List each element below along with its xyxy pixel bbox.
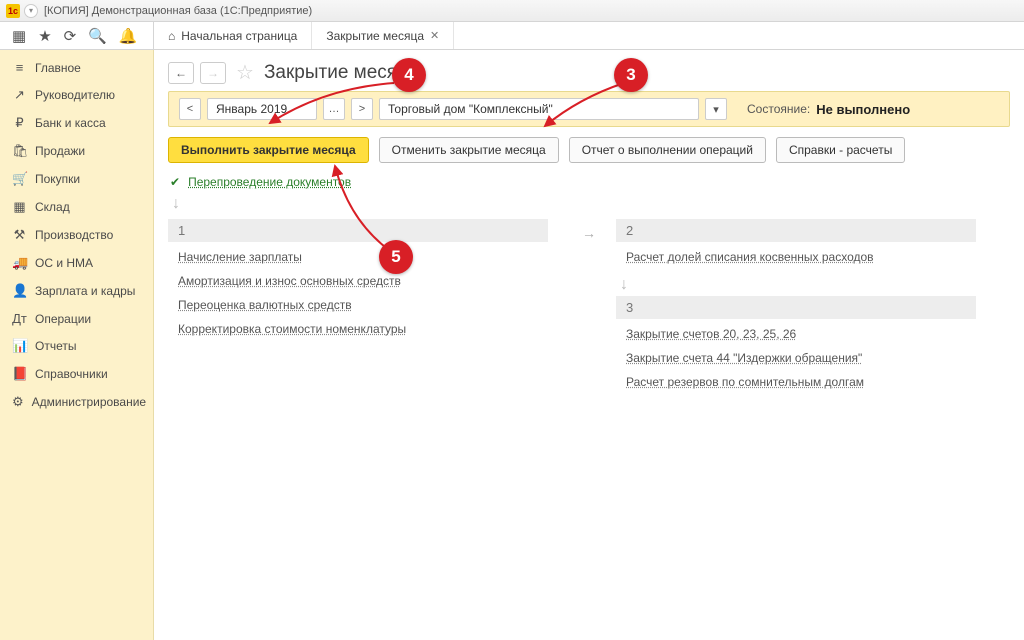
step-2-item[interactable]: Расчет долей списания косвенных расходов bbox=[626, 250, 1000, 264]
reproved-link[interactable]: Перепроведение документов bbox=[188, 175, 351, 189]
callout-5: 5 bbox=[379, 240, 413, 274]
sidebar-item-bank[interactable]: ₽ Банк и касса bbox=[0, 109, 153, 137]
app-logo-icon: 1c bbox=[6, 4, 20, 18]
sidebar-item-label: Справочники bbox=[35, 367, 108, 381]
callout-4: 4 bbox=[392, 58, 426, 92]
sidebar-item-label: ОС и НМА bbox=[35, 256, 93, 270]
action-buttons: Выполнить закрытие месяца Отменить закры… bbox=[168, 137, 1010, 163]
truck-icon: 🚚 bbox=[12, 255, 27, 271]
sidebar-item-sales[interactable]: 🛍 Продажи bbox=[0, 137, 153, 165]
tab-closing-month[interactable]: Закрытие месяца ✕ bbox=[312, 22, 454, 49]
step-2-header: 2 bbox=[616, 219, 976, 242]
report-button[interactable]: Отчет о выполнении операций bbox=[569, 137, 766, 163]
top-toolbar: ▦ ★ ⟳ 🔍 🔔 ⌂ Начальная страница Закрытие … bbox=[0, 22, 1024, 50]
window-titlebar: 1c ▾ [КОПИЯ] Демонстрационная база (1С:П… bbox=[0, 0, 1024, 22]
step-1-item[interactable]: Переоценка валютных средств bbox=[178, 298, 552, 312]
sidebar-item-label: Производство bbox=[35, 228, 113, 242]
sidebar-item-reports[interactable]: 📊 Отчеты bbox=[0, 332, 153, 360]
step-3-item[interactable]: Закрытие счетов 20, 23, 25, 26 bbox=[626, 327, 1000, 341]
window-title: [КОПИЯ] Демонстрационная база (1С:Предпр… bbox=[44, 5, 312, 17]
apps-icon[interactable]: ▦ bbox=[12, 27, 26, 45]
down-arrow-icon: ↓ bbox=[168, 193, 1010, 215]
refs-button[interactable]: Справки - расчеты bbox=[776, 137, 905, 163]
ruble-icon: ₽ bbox=[12, 115, 27, 131]
gear-icon: ⚙ bbox=[12, 394, 24, 410]
person-icon: 👤 bbox=[12, 283, 27, 299]
sidebar-item-label: Покупки bbox=[35, 172, 80, 186]
step-1-item[interactable]: Амортизация и износ основных средств bbox=[178, 274, 552, 288]
sidebar-item-warehouse[interactable]: ▦ Склад bbox=[0, 193, 153, 221]
favorite-icon[interactable]: ★ bbox=[38, 27, 51, 45]
step-1-item[interactable]: Корректировка стоимости номенклатуры bbox=[178, 322, 552, 336]
tab-home-label: Начальная страница bbox=[181, 29, 297, 43]
step-3-item[interactable]: Закрытие счета 44 "Издержки обращения" bbox=[626, 351, 1000, 365]
sidebar-item-label: Операции bbox=[35, 312, 91, 326]
sidebar-item-label: Главное bbox=[35, 61, 81, 75]
tab-bar: ⌂ Начальная страница Закрытие месяца ✕ bbox=[154, 22, 454, 49]
cart-icon: 🛒 bbox=[12, 171, 27, 187]
star-icon[interactable]: ☆ bbox=[236, 60, 254, 85]
sidebar-item-refs[interactable]: 📕 Справочники bbox=[0, 360, 153, 388]
tab-closing-month-label: Закрытие месяца bbox=[326, 29, 424, 43]
book-icon: 📕 bbox=[12, 366, 27, 382]
sidebar-item-hr[interactable]: 👤 Зарплата и кадры bbox=[0, 277, 153, 305]
search-icon[interactable]: 🔍 bbox=[88, 27, 107, 45]
step-arrow-icon: → bbox=[582, 219, 596, 241]
step-column-2: 2 Расчет долей списания косвенных расход… bbox=[616, 219, 1010, 399]
org-dropdown-button[interactable]: ▾ bbox=[705, 98, 727, 120]
tab-home[interactable]: ⌂ Начальная страница bbox=[154, 22, 312, 49]
steps-area: 1 Начисление зарплаты Амортизация и изно… bbox=[168, 219, 1010, 399]
callout-3: 3 bbox=[614, 58, 648, 92]
state-label: Состояние: bbox=[747, 102, 810, 116]
sidebar-item-label: Администрирование bbox=[32, 395, 146, 409]
report-icon: 📊 bbox=[12, 338, 27, 354]
sidebar-item-manager[interactable]: ↗ Руководителю bbox=[0, 81, 153, 109]
check-icon: ✔ bbox=[170, 175, 180, 189]
sidebar-item-production[interactable]: ⚒ Производство bbox=[0, 221, 153, 249]
bag-icon: 🛍 bbox=[12, 143, 27, 159]
sidebar-item-purchases[interactable]: 🛒 Покупки bbox=[0, 165, 153, 193]
tools-icon: ⚒ bbox=[12, 227, 27, 243]
bell-icon[interactable]: 🔔 bbox=[119, 27, 138, 45]
dtkt-icon: Дт bbox=[12, 311, 27, 326]
org-value: Торговый дом "Комплексный" bbox=[388, 102, 553, 116]
sidebar: ≡ Главное ↗ Руководителю ₽ Банк и касса 🛍 Пр… bbox=[0, 50, 154, 640]
main-content: ← → ☆ Закрытие месяца < Январь 2019 … > … bbox=[154, 50, 1024, 640]
forward-button[interactable]: → bbox=[200, 62, 226, 84]
chart-icon: ↗ bbox=[12, 87, 27, 103]
step-3-header: 3 bbox=[616, 296, 976, 319]
back-button[interactable]: ← bbox=[168, 62, 194, 84]
menu-icon: ≡ bbox=[12, 60, 27, 75]
period-prev-button[interactable]: < bbox=[179, 98, 201, 120]
sidebar-item-label: Склад bbox=[35, 200, 70, 214]
close-icon[interactable]: ✕ bbox=[430, 29, 439, 42]
sidebar-item-label: Продажи bbox=[35, 144, 85, 158]
sidebar-item-operations[interactable]: Дт Операции bbox=[0, 305, 153, 332]
sidebar-item-main[interactable]: ≡ Главное bbox=[0, 54, 153, 81]
titlebar-dropdown-icon[interactable]: ▾ bbox=[24, 4, 38, 18]
reproved-row: ✔ Перепроведение документов bbox=[168, 171, 1010, 193]
sidebar-item-admin[interactable]: ⚙ Администрирование bbox=[0, 388, 153, 416]
grid-icon: ▦ bbox=[12, 199, 27, 215]
quick-tools: ▦ ★ ⟳ 🔍 🔔 bbox=[0, 22, 154, 49]
down-arrow-icon: ↓ bbox=[616, 274, 1010, 296]
sidebar-item-label: Отчеты bbox=[35, 339, 76, 353]
history-icon[interactable]: ⟳ bbox=[64, 27, 77, 45]
sidebar-item-label: Руководителю bbox=[35, 88, 115, 102]
sidebar-item-assets[interactable]: 🚚 ОС и НМА bbox=[0, 249, 153, 277]
arrow-4 bbox=[264, 78, 404, 133]
home-icon: ⌂ bbox=[168, 29, 175, 43]
sidebar-item-label: Зарплата и кадры bbox=[35, 284, 135, 298]
state-value: Не выполнено bbox=[816, 102, 910, 117]
step-3-item[interactable]: Расчет резервов по сомнительным долгам bbox=[626, 375, 1000, 389]
sidebar-item-label: Банк и касса bbox=[35, 116, 106, 130]
